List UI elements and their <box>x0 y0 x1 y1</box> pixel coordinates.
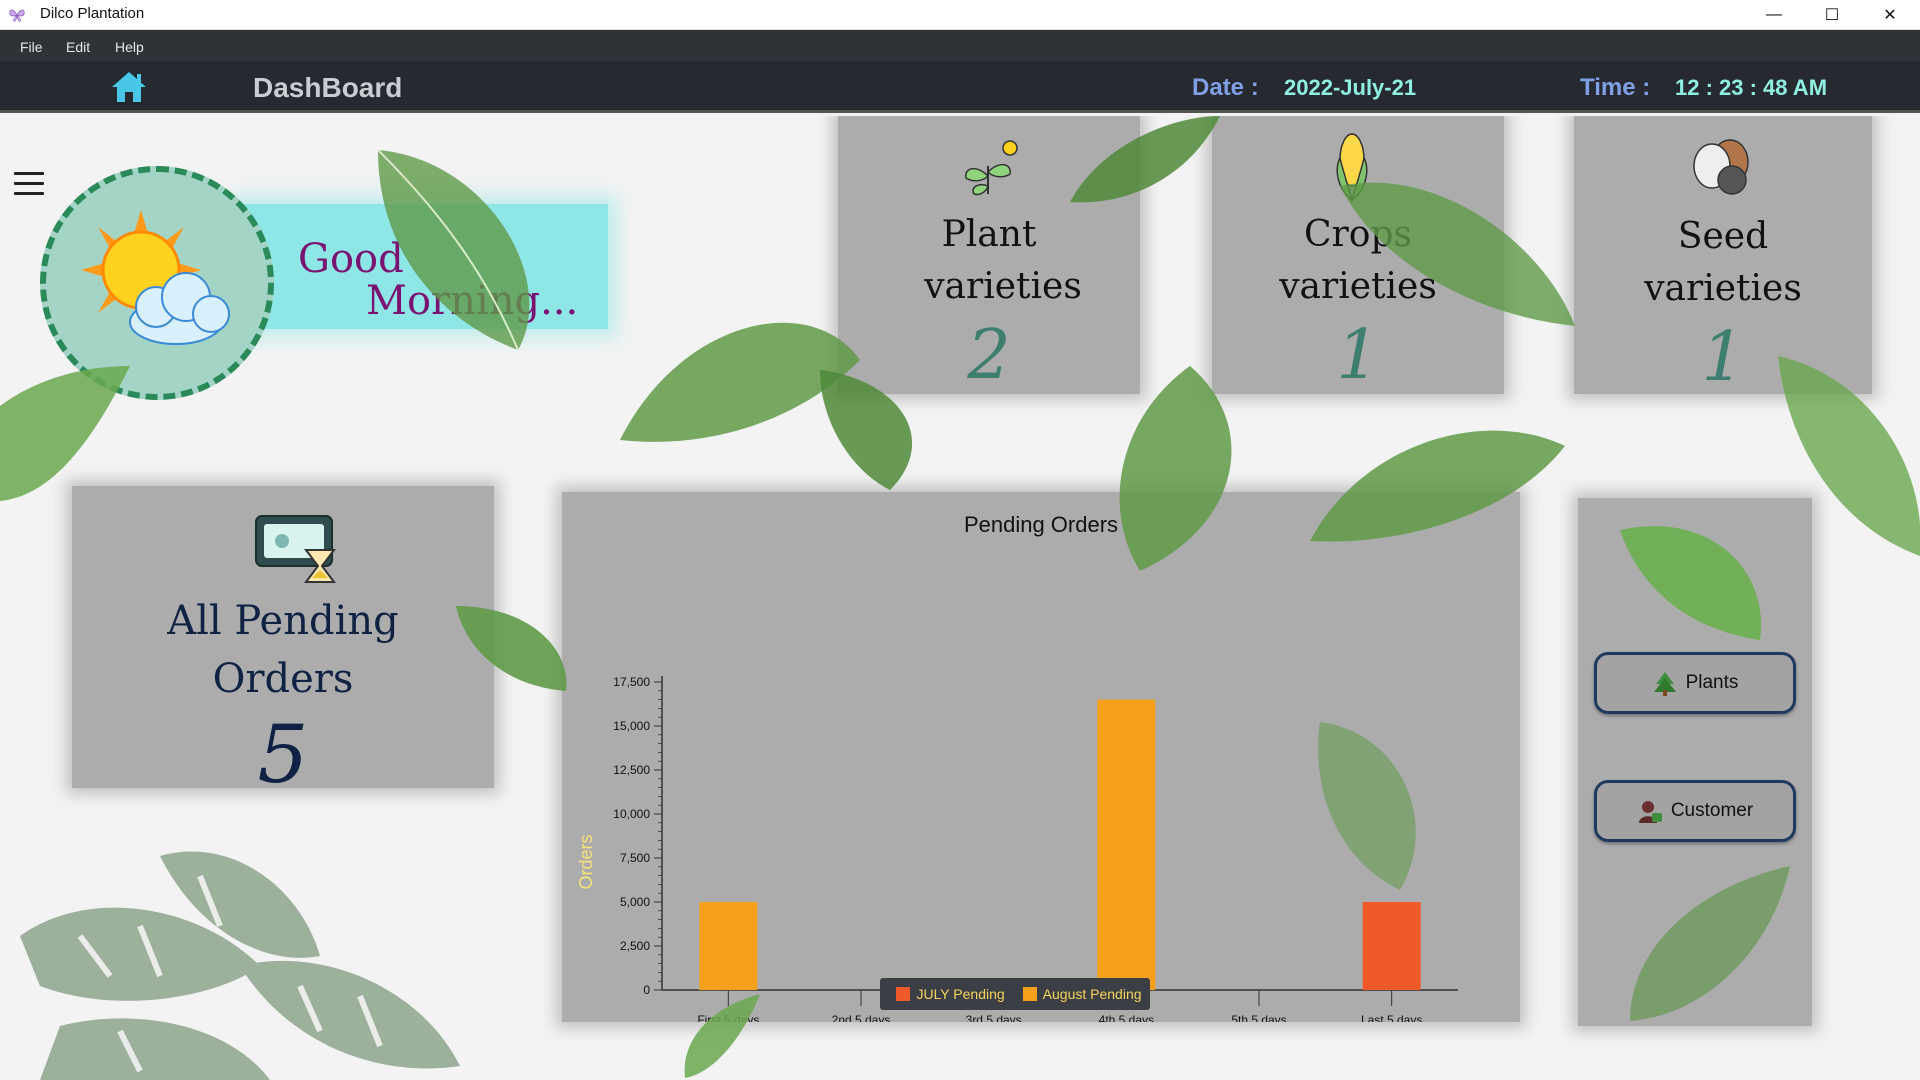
menu-edit[interactable]: Edit <box>66 39 90 55</box>
y-tick-label: 10,000 <box>613 807 650 821</box>
dashboard-header: DashBoard Date : 2022-July-21 Time : 12 … <box>0 61 1920 113</box>
legend-august-label: August Pending <box>1042 986 1142 1002</box>
customer-icon <box>1638 801 1662 823</box>
leaf-decoration <box>456 606 567 691</box>
plant-card-title-1: Plant <box>941 214 1037 255</box>
leaf-decoration <box>684 994 760 1078</box>
pending-hourglass-icon <box>255 515 336 583</box>
leaf-decoration <box>377 149 530 351</box>
weather-badge <box>40 166 274 400</box>
tree-icon <box>1653 672 1676 696</box>
x-tick-label: 4th 5 days <box>1099 1013 1154 1022</box>
x-tick-label: 5th 5 days <box>1231 1013 1286 1022</box>
page-title: DashBoard <box>253 72 403 103</box>
leaf-decoration <box>1630 866 1790 1021</box>
y-tick-label: 17,500 <box>613 675 650 689</box>
pending-card-title-2: Orders <box>212 656 354 702</box>
x-tick-label: Last 5 days <box>1361 1013 1422 1022</box>
y-tick-label: 0 <box>643 983 650 997</box>
y-tick-label: 12,500 <box>613 763 650 777</box>
dashboard-content: Good Morning... Plant varieties 2 Crops … <box>0 116 1920 1080</box>
leaf-decoration <box>1778 356 1920 556</box>
window-titlebar: Dilco Plantation — ☐ ✕ <box>0 0 1920 30</box>
pending-orders-card[interactable]: All Pending Orders 5 <box>72 486 494 801</box>
bar-august-pending <box>1097 699 1156 990</box>
maximize-button[interactable]: ☐ <box>1803 0 1861 30</box>
plants-button-label: Plants <box>1685 672 1739 693</box>
time-label: Time : <box>1580 74 1651 101</box>
sun-cloud-icon <box>81 210 230 345</box>
date-value: 2022-July-21 <box>1284 75 1417 100</box>
menu-bar: File Edit Help <box>0 30 1920 61</box>
chart-legend: JULY Pending August Pending <box>880 978 1150 1010</box>
seeds-icon <box>1693 139 1749 195</box>
leaf-decoration <box>1620 526 1762 640</box>
y-tick-label: 15,000 <box>613 719 650 733</box>
y-axis-label: Orders <box>576 834 596 889</box>
plants-button[interactable]: Plants <box>1594 652 1796 714</box>
leaf-decoration <box>0 366 130 501</box>
leaf-decoration <box>1340 182 1575 326</box>
legend-july-label: JULY Pending <box>916 986 1005 1002</box>
bar-august-pending <box>699 902 758 990</box>
x-tick-label: 2nd 5 days <box>832 1013 891 1022</box>
y-tick-label: 2,500 <box>620 939 650 953</box>
window-title: Dilco Plantation <box>40 5 145 22</box>
time-value: 12 : 23 : 48 AM <box>1675 75 1828 100</box>
seed-varieties-card[interactable]: Seed varieties 1 <box>1574 116 1872 397</box>
seed-card-title-2: varieties <box>1644 268 1802 309</box>
leaf-decoration <box>1119 366 1232 571</box>
leaf-decoration <box>620 322 913 490</box>
pending-count-value: 5 <box>257 708 309 801</box>
date-label: Date : <box>1192 74 1259 101</box>
menu-file[interactable]: File <box>20 39 43 55</box>
seed-card-title-1: Seed <box>1677 216 1769 257</box>
monstera-leaf-decoration <box>20 851 460 1080</box>
minimize-button[interactable]: — <box>1745 0 1803 30</box>
close-button[interactable]: ✕ <box>1861 0 1919 30</box>
leaf-decoration <box>1310 430 1565 542</box>
legend-july-swatch <box>896 987 911 1001</box>
y-tick-label: 7,500 <box>620 851 650 865</box>
sprout-icon <box>965 140 1018 196</box>
menu-help[interactable]: Help <box>115 39 144 55</box>
customer-button[interactable]: Customer <box>1594 780 1796 842</box>
home-icon[interactable] <box>110 69 148 105</box>
pending-card-title-1: All Pending <box>167 598 399 644</box>
hamburger-menu-icon[interactable] <box>14 172 44 196</box>
legend-august-swatch <box>1022 987 1037 1001</box>
y-tick-label: 5,000 <box>620 895 650 909</box>
app-butterfly-icon <box>9 9 25 22</box>
x-tick-label: 3rd 5 days <box>966 1013 1022 1022</box>
bar-july-pending <box>1362 902 1421 990</box>
leaf-decoration <box>1318 722 1416 890</box>
leaf-decoration <box>1070 116 1220 203</box>
customer-button-label: Customer <box>1670 800 1754 821</box>
